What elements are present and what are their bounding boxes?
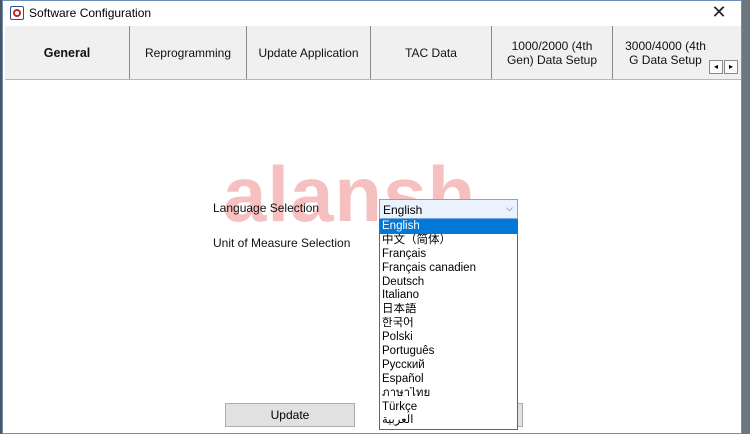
- window-title: Software Configuration: [29, 6, 152, 20]
- language-option[interactable]: English: [380, 220, 517, 234]
- app-logo-icon: [10, 6, 24, 20]
- title-bar: Software Configuration ✕: [3, 1, 741, 25]
- language-selection-label: Language Selection: [213, 201, 320, 215]
- language-option[interactable]: Italiano: [380, 289, 517, 303]
- tab-3000-4000-data-setup[interactable]: 3000/4000 (4th G Data Setup: [613, 26, 708, 79]
- language-option[interactable]: 日本語: [380, 303, 517, 317]
- language-option[interactable]: Türkçe: [380, 401, 517, 415]
- language-option[interactable]: 中文（简体）: [380, 234, 517, 248]
- update-button[interactable]: Update: [225, 403, 355, 427]
- language-option[interactable]: 한국어: [380, 317, 517, 331]
- language-dropdown-list: English 中文（简体） Français Français canadien De…: [379, 219, 518, 430]
- tab-scroll-right-button[interactable]: ▸: [724, 60, 738, 74]
- unit-of-measure-label: Unit of Measure Selection: [213, 236, 351, 250]
- close-button[interactable]: ✕: [703, 2, 735, 24]
- tab-3000-4000-label: 3000/4000 (4th G Data Setup: [625, 38, 706, 67]
- language-option[interactable]: Français: [380, 248, 517, 262]
- tab-update-application[interactable]: Update Application: [247, 26, 371, 79]
- language-option[interactable]: Español: [380, 373, 517, 387]
- software-configuration-window: Software Configuration ✕ General Reprogr…: [2, 0, 742, 434]
- chevron-down-icon: ⌵: [506, 203, 513, 213]
- language-option[interactable]: Deutsch: [380, 276, 517, 290]
- tab-1000-2000-data-setup[interactable]: 1000/2000 (4th Gen) Data Setup: [492, 26, 613, 79]
- hidden-button-edge[interactable]: [518, 403, 523, 427]
- language-option[interactable]: العربية: [380, 414, 517, 428]
- language-select[interactable]: English ⌵: [379, 199, 518, 219]
- tab-general[interactable]: General: [5, 26, 130, 79]
- desktop-background-right: [742, 0, 750, 434]
- language-option[interactable]: Português: [380, 345, 517, 359]
- language-option[interactable]: Français canadien: [380, 262, 517, 276]
- language-option[interactable]: Polski: [380, 331, 517, 345]
- language-option[interactable]: ภาษาไทย: [380, 387, 517, 401]
- tab-reprogramming[interactable]: Reprogramming: [130, 26, 247, 79]
- language-select-value: English: [383, 203, 423, 217]
- tab-tac-data[interactable]: TAC Data: [371, 26, 492, 79]
- language-option[interactable]: Русский: [380, 359, 517, 373]
- tab-strip: General Reprogramming Update Application…: [5, 26, 741, 80]
- tab-scroll-left-button[interactable]: ◂: [709, 60, 723, 74]
